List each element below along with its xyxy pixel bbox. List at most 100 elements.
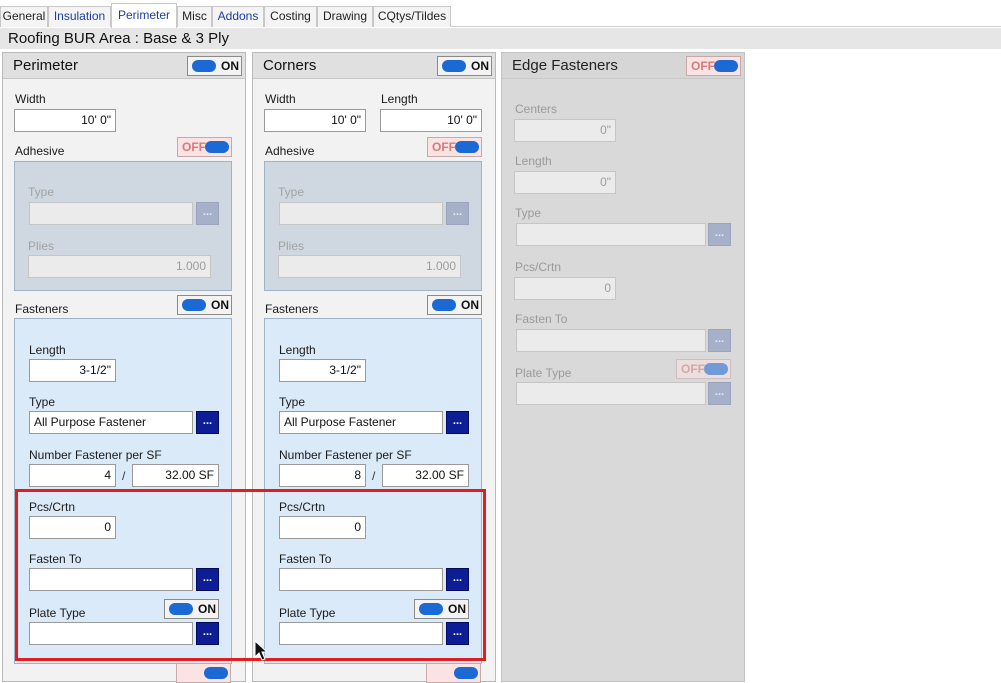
fasten-to-browse-button[interactable]: ... (708, 329, 731, 352)
adhesive-type-browse-button[interactable]: ... (196, 202, 219, 225)
edge-fasteners-title: Edge Fasteners (512, 57, 618, 74)
edge-fasteners-enable-toggle[interactable]: OFF (686, 56, 741, 76)
toggle-text: OFF (432, 140, 456, 154)
corners-enable-toggle[interactable]: ON (437, 56, 492, 76)
centers-field[interactable]: 0" (514, 119, 616, 142)
plate-type-field[interactable] (516, 382, 706, 405)
adhesive-type-field[interactable] (29, 202, 193, 225)
tab-addons[interactable]: Addons (212, 6, 264, 27)
adhesive-plies-field[interactable]: 1.000 (28, 255, 211, 278)
adhesive-plies-field[interactable]: 1.000 (278, 255, 461, 278)
width-label: Width (15, 92, 46, 106)
type-browse-button[interactable]: ... (446, 411, 469, 434)
highlight-box (15, 489, 486, 661)
length-label: Length (515, 154, 552, 168)
type-label: Type (29, 395, 56, 409)
toggle-text: ON (221, 59, 239, 73)
length-label: Length (29, 343, 66, 357)
type-label: Type (279, 395, 306, 409)
toggle-knob (442, 60, 466, 72)
type-field[interactable]: All Purpose Fastener (29, 411, 193, 434)
length-top-field[interactable]: 10' 0" (380, 109, 482, 132)
adhesive-type-field[interactable] (279, 202, 443, 225)
length-field[interactable]: 3-1/2" (29, 359, 116, 382)
centers-label: Centers (515, 102, 558, 116)
perimeter-header: Perimeter ON (3, 53, 245, 79)
adhesive-type-label: Type (28, 185, 55, 199)
type-field[interactable] (516, 223, 706, 246)
toggle-text: OFF (681, 362, 705, 376)
adhesive-type-browse-button[interactable]: ... (446, 202, 469, 225)
adhesive-plies-label: Plies (278, 239, 305, 253)
toggle-knob (192, 60, 216, 72)
plate-type-label: Plate Type (515, 366, 572, 380)
corners-title: Corners (263, 57, 317, 74)
per-sf-field[interactable]: 32.00 SF (382, 464, 469, 487)
pcs-crtn-field[interactable]: 0 (514, 277, 616, 300)
tab-insulation[interactable]: Insulation (48, 6, 111, 27)
fasten-to-label: Fasten To (515, 312, 568, 326)
tab-drawing[interactable]: Drawing (317, 6, 373, 27)
adhesive-group: Type ... Plies 1.000 (264, 161, 482, 291)
length-field[interactable]: 0" (514, 171, 616, 194)
corners-header: Corners ON (253, 53, 495, 79)
toggle-knob (704, 363, 728, 375)
tab-perimeter[interactable]: Perimeter (111, 3, 177, 28)
toggle-text: OFF (691, 59, 715, 73)
fasteners-label: Fasteners (15, 302, 69, 316)
plate-type-toggle[interactable]: OFF (676, 359, 731, 379)
tab-strip: General Insulation Perimeter Misc Addons… (0, 0, 1001, 28)
edge-fasteners-panel: Edge Fasteners OFF Centers 0" Length 0" … (501, 52, 745, 682)
type-browse-button[interactable]: ... (196, 411, 219, 434)
perimeter-enable-toggle[interactable]: ON (187, 56, 242, 76)
toggle-text: ON (461, 298, 479, 312)
type-field[interactable]: All Purpose Fastener (279, 411, 443, 434)
number-fastener-field[interactable]: 8 (279, 464, 366, 487)
fasteners-toggle[interactable]: ON (177, 295, 232, 315)
fasten-to-field[interactable] (516, 329, 706, 352)
width-field[interactable]: 10' 0" (14, 109, 116, 132)
perimeter-title: Perimeter (13, 57, 79, 74)
adhesive-plies-label: Plies (28, 239, 55, 253)
width-field[interactable]: 10' 0" (264, 109, 366, 132)
mouse-cursor-icon (254, 640, 269, 661)
corners-next-toggle[interactable] (426, 663, 481, 683)
tab-misc[interactable]: Misc (177, 6, 212, 27)
number-fastener-field[interactable]: 4 (29, 464, 116, 487)
length-field[interactable]: 3-1/2" (279, 359, 366, 382)
per-sf-field[interactable]: 32.00 SF (132, 464, 219, 487)
perimeter-next-toggle[interactable] (176, 663, 231, 683)
toggle-knob (205, 141, 229, 153)
per-separator: / (122, 469, 126, 483)
fasteners-toggle[interactable]: ON (427, 295, 482, 315)
length-top-label: Length (381, 92, 418, 106)
tab-costing[interactable]: Costing (264, 6, 317, 27)
adhesive-toggle[interactable]: OFF (427, 137, 482, 157)
number-fastener-label: Number Fastener per SF (29, 448, 162, 462)
adhesive-label: Adhesive (265, 144, 315, 158)
pcs-crtn-label: Pcs/Crtn (515, 260, 562, 274)
tab-general[interactable]: General (0, 6, 48, 27)
toggle-knob (714, 60, 738, 72)
toggle-knob (432, 299, 456, 311)
fasteners-label: Fasteners (265, 302, 319, 316)
type-label: Type (515, 206, 542, 220)
per-separator: / (372, 469, 376, 483)
page-title: Roofing BUR Area : Base & 3 Ply (0, 28, 1001, 49)
edge-fasteners-header: Edge Fasteners OFF (502, 53, 744, 79)
width-label: Width (265, 92, 296, 106)
adhesive-label: Adhesive (15, 144, 65, 158)
toggle-knob (182, 299, 206, 311)
toggle-text: ON (211, 298, 229, 312)
adhesive-group: Type ... Plies 1.000 (14, 161, 232, 291)
adhesive-type-label: Type (278, 185, 305, 199)
adhesive-toggle[interactable]: OFF (177, 137, 232, 157)
toggle-text: ON (471, 59, 489, 73)
toggle-text: OFF (182, 140, 206, 154)
toggle-knob (455, 141, 479, 153)
type-browse-button[interactable]: ... (708, 223, 731, 246)
tab-cqtys-tildes[interactable]: CQtys/Tildes (373, 6, 451, 27)
length-label: Length (279, 343, 316, 357)
number-fastener-label: Number Fastener per SF (279, 448, 412, 462)
plate-type-browse-button[interactable]: ... (708, 382, 731, 405)
